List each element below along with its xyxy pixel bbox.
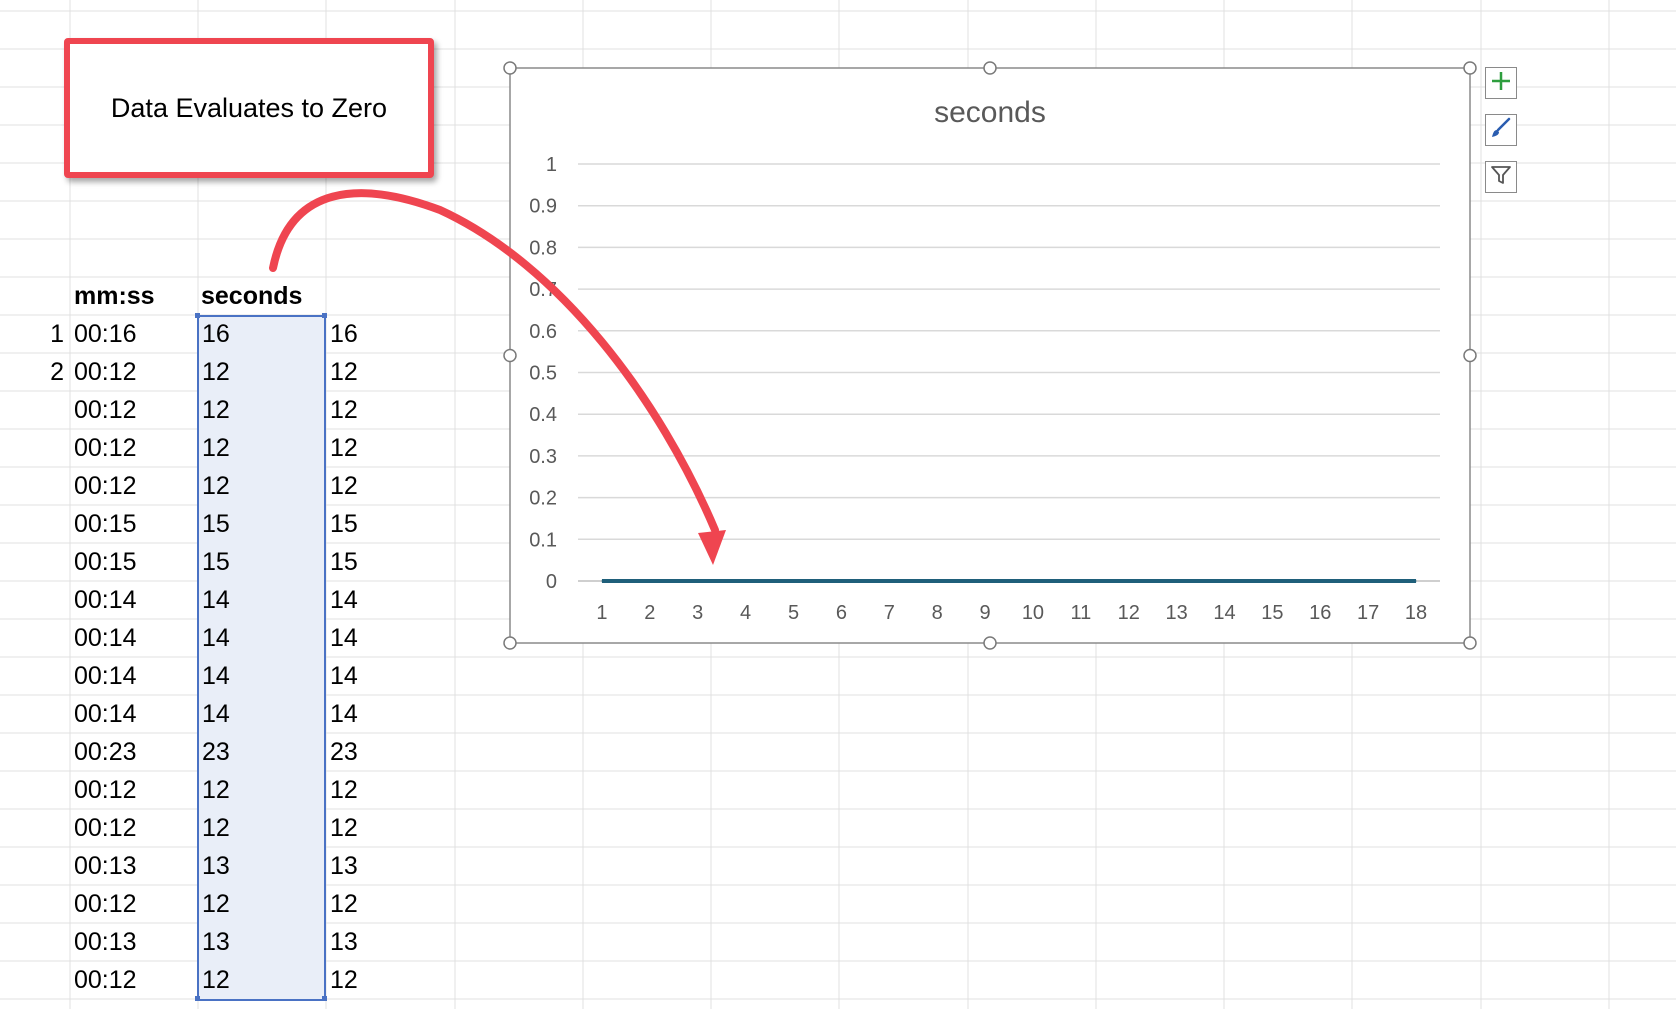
chart-styles-button[interactable] (1485, 114, 1517, 146)
series-point[interactable] (601, 580, 603, 582)
series-point[interactable] (840, 580, 842, 582)
resize-handle[interactable] (1463, 348, 1477, 363)
series-point[interactable] (1032, 580, 1034, 582)
y-tick-label: 0.7 (529, 279, 557, 301)
x-tick-label: 8 (932, 602, 943, 624)
y-tick-label: 0.5 (529, 363, 557, 385)
x-tick-label: 15 (1261, 602, 1283, 624)
resize-handle[interactable] (503, 61, 517, 75)
x-tick-label: 1 (596, 602, 607, 624)
series-point[interactable] (1128, 580, 1130, 582)
resize-handle[interactable] (503, 636, 517, 650)
callout-text: Data Evaluates to Zero (110, 92, 388, 123)
chart-filters-button[interactable] (1485, 161, 1517, 193)
x-tick-label: 9 (979, 602, 990, 624)
y-tick-label: 0.4 (529, 404, 557, 426)
y-tick-label: 0.2 (529, 488, 557, 510)
series-point[interactable] (1080, 580, 1082, 582)
x-tick-label: 13 (1165, 602, 1187, 624)
y-tick-label: 0.1 (529, 529, 557, 551)
resize-handle[interactable] (1463, 636, 1477, 650)
x-tick-label: 4 (740, 602, 751, 624)
chart-title[interactable]: seconds (934, 96, 1046, 129)
y-tick-label: 1 (546, 154, 557, 176)
x-tick-label: 17 (1357, 602, 1379, 624)
y-tick-label: 0 (546, 571, 557, 593)
plus-icon (1489, 69, 1513, 98)
series-point[interactable] (1271, 580, 1273, 582)
chart-elements-button[interactable] (1485, 67, 1517, 99)
x-tick-label: 10 (1022, 602, 1044, 624)
resize-handle[interactable] (983, 61, 997, 75)
x-tick-label: 7 (884, 602, 895, 624)
y-tick-label: 0.8 (529, 237, 557, 259)
series-point[interactable] (1367, 580, 1369, 582)
series-point[interactable] (936, 580, 938, 582)
x-tick-label: 3 (692, 602, 703, 624)
series-point[interactable] (745, 580, 747, 582)
series-point[interactable] (697, 580, 699, 582)
x-tick-label: 5 (788, 602, 799, 624)
y-tick-label: 0.9 (529, 196, 557, 218)
x-tick-label: 2 (644, 602, 655, 624)
x-tick-label: 6 (836, 602, 847, 624)
callout-box[interactable]: Data Evaluates to Zero (64, 38, 434, 178)
series-point[interactable] (649, 580, 651, 582)
x-tick-label: 11 (1070, 602, 1091, 624)
series-point[interactable] (1176, 580, 1178, 582)
x-tick-label: 16 (1309, 602, 1331, 624)
series-point[interactable] (888, 580, 890, 582)
series-point[interactable] (1415, 580, 1417, 582)
chart-area[interactable] (509, 67, 1471, 644)
x-tick-label: 14 (1213, 602, 1235, 624)
series-point[interactable] (793, 580, 794, 582)
resize-handle[interactable] (983, 636, 997, 650)
x-tick-label: 12 (1118, 602, 1140, 624)
y-tick-label: 0.6 (529, 321, 557, 343)
resize-handle[interactable] (1463, 61, 1477, 75)
series-point[interactable] (1224, 580, 1225, 582)
series-point[interactable] (984, 580, 986, 582)
brush-icon (1489, 116, 1513, 145)
series-point[interactable] (1319, 580, 1321, 582)
resize-handle[interactable] (503, 348, 517, 363)
filter-icon (1489, 163, 1513, 192)
y-tick-label: 0.3 (529, 446, 557, 468)
x-tick-label: 18 (1405, 602, 1427, 624)
